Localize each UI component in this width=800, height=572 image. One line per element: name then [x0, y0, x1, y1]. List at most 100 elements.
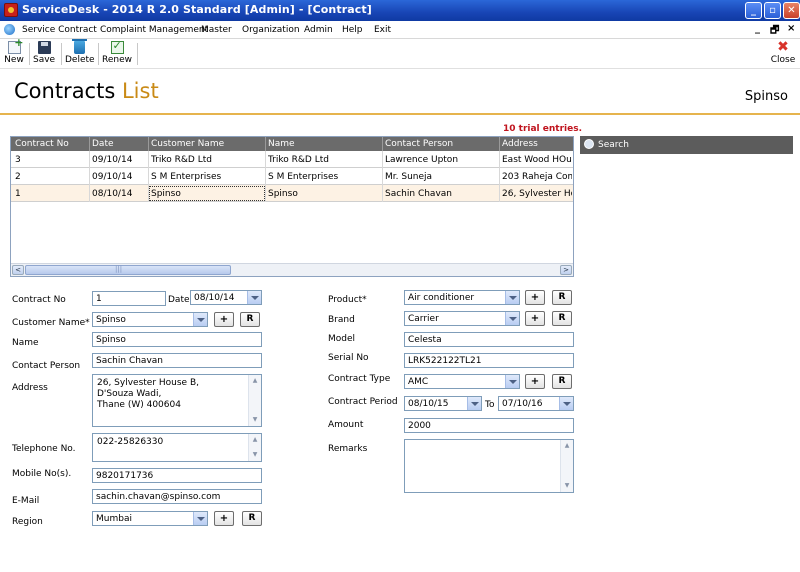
search-panel-header[interactable]: Search — [580, 136, 793, 154]
chevron-down-icon[interactable] — [505, 312, 519, 325]
company-name: Spinso — [744, 89, 788, 104]
maximize-button[interactable]: ▫ — [764, 2, 781, 19]
add-contract-type-button[interactable]: + — [525, 374, 545, 389]
brand-select[interactable]: Carrier — [404, 311, 520, 326]
contract-type-select[interactable]: AMC — [404, 374, 520, 389]
new-document-icon — [7, 36, 24, 54]
chevron-down-icon[interactable] — [505, 375, 519, 388]
refresh-brand-button[interactable]: R — [552, 311, 572, 326]
delete-button[interactable]: Delete — [65, 39, 95, 65]
contract-period-to-picker[interactable]: 07/10/16 — [498, 396, 574, 411]
cell-date: 09/10/14 — [92, 172, 133, 182]
email-label: E-Mail — [12, 496, 40, 506]
checkbox-check-icon — [110, 39, 124, 54]
address-line: 26, Sylvester House B, — [97, 378, 199, 388]
save-button[interactable]: Save — [33, 41, 55, 65]
product-label: Product* — [328, 295, 367, 305]
close-button[interactable]: ✖ Close — [770, 39, 796, 65]
name-label: Name — [12, 338, 39, 348]
telephone-textarea[interactable]: 022-25826330 ▲ ▼ — [92, 433, 262, 462]
serial-no-input[interactable]: LRK522122TL21 — [404, 353, 574, 368]
mdi-restore-icon[interactable]: 🗗 — [770, 23, 779, 40]
table-row-selected[interactable]: 1 08/10/14 Spinso Spinso Sachin Chavan 2… — [11, 185, 573, 202]
app-icon — [4, 3, 18, 17]
menu-master[interactable]: Master — [201, 25, 232, 35]
add-brand-button[interactable]: + — [525, 311, 545, 326]
product-select[interactable]: Air conditioner — [404, 290, 520, 305]
col-contract-no[interactable]: Contract No — [15, 139, 69, 149]
contract-no-input[interactable]: 1 — [92, 291, 166, 306]
contracts-grid[interactable]: Contract No Date Customer Name Name Cont… — [10, 136, 574, 277]
search-icon — [584, 139, 594, 149]
address-textarea[interactable]: 26, Sylvester House B, D'Souza Wadi, Tha… — [92, 374, 262, 427]
trash-icon — [71, 39, 87, 54]
scroll-thumb[interactable] — [25, 265, 231, 275]
chevron-down-icon[interactable] — [193, 512, 207, 525]
refresh-contract-type-button[interactable]: R — [552, 374, 572, 389]
contract-type-value: AMC — [408, 377, 429, 387]
page-header: Contracts List Spinso — [0, 69, 800, 114]
new-button[interactable]: New — [4, 36, 24, 65]
cell-address: 203 Raheja Comple — [502, 172, 572, 182]
refresh-region-button[interactable]: R — [242, 511, 262, 526]
close-window-button[interactable]: ✕ — [783, 2, 800, 19]
grid-header: Contract No Date Customer Name Name Cont… — [11, 137, 573, 151]
region-select[interactable]: Mumbai — [92, 511, 208, 526]
minimize-button[interactable]: _ — [745, 2, 762, 19]
remarks-textarea[interactable]: ▲ ▼ — [404, 439, 574, 493]
table-row[interactable]: 3 09/10/14 Triko R&D Ltd Triko R&D Ltd L… — [11, 151, 573, 168]
cell-contact-person: Mr. Suneja — [385, 172, 433, 182]
mobile-input[interactable]: 9820171736 — [92, 468, 262, 483]
mdi-minimize-icon[interactable]: _ — [755, 23, 760, 34]
address-scrollbar[interactable]: ▲ ▼ — [248, 375, 261, 426]
menu-complaint-management[interactable]: Complaint Management — [100, 25, 208, 35]
menu-admin[interactable]: Admin — [304, 25, 333, 35]
app-menu-icon[interactable] — [4, 24, 15, 35]
add-customer-button[interactable]: + — [214, 312, 234, 327]
name-input[interactable]: Spinso — [92, 332, 262, 347]
cell-date: 08/10/14 — [92, 189, 133, 199]
cell-name: S M Enterprises — [268, 172, 339, 182]
product-value: Air conditioner — [408, 293, 475, 303]
telephone-scrollbar[interactable]: ▲ ▼ — [248, 434, 261, 461]
email-input[interactable]: sachin.chavan@spinso.com — [92, 489, 262, 504]
chevron-down-icon[interactable] — [505, 291, 519, 304]
amount-input[interactable]: 2000 — [404, 418, 574, 433]
add-product-button[interactable]: + — [525, 290, 545, 305]
model-input[interactable]: Celesta — [404, 332, 574, 347]
scroll-right-icon[interactable]: > — [560, 265, 572, 275]
contract-period-from-picker[interactable]: 08/10/15 — [404, 396, 482, 411]
chevron-down-icon[interactable] — [559, 397, 573, 410]
refresh-product-button[interactable]: R — [552, 290, 572, 305]
col-customer-name[interactable]: Customer Name — [151, 139, 224, 149]
table-row[interactable]: 2 09/10/14 S M Enterprises S M Enterpris… — [11, 168, 573, 185]
serial-no-label: Serial No — [328, 353, 369, 363]
menu-service-contract[interactable]: Service Contract — [22, 25, 97, 35]
menu-help[interactable]: Help — [342, 25, 363, 35]
customer-name-select[interactable]: Spinso — [92, 312, 208, 327]
grid-horizontal-scrollbar[interactable]: < ||| > — [11, 263, 573, 276]
col-name[interactable]: Name — [268, 139, 295, 149]
date-picker[interactable]: 08/10/14 — [190, 290, 262, 305]
cell-address: 26, Sylvester Hous — [502, 189, 572, 199]
add-region-button[interactable]: + — [214, 511, 234, 526]
col-contact-person[interactable]: Contact Person — [385, 139, 453, 149]
chevron-down-icon[interactable] — [467, 397, 481, 410]
close-x-icon: ✖ — [777, 39, 789, 55]
scroll-left-icon[interactable]: < — [12, 265, 24, 275]
refresh-customer-button[interactable]: R — [240, 312, 260, 327]
col-address[interactable]: Address — [502, 139, 538, 149]
mdi-close-icon[interactable]: × — [787, 23, 795, 34]
cell-contact-person: Lawrence Upton — [385, 155, 459, 165]
cell-name: Triko R&D Ltd — [268, 155, 329, 165]
renew-button[interactable]: Renew — [102, 39, 132, 65]
chevron-down-icon[interactable] — [247, 291, 261, 304]
telephone-value: 022-25826330 — [97, 437, 164, 447]
menu-bar: Service Contract Complaint Management Ma… — [0, 21, 800, 39]
col-date[interactable]: Date — [92, 139, 114, 149]
chevron-down-icon[interactable] — [193, 313, 207, 326]
menu-exit[interactable]: Exit — [374, 25, 391, 35]
contact-person-input[interactable]: Sachin Chavan — [92, 353, 262, 368]
remarks-scrollbar[interactable]: ▲ ▼ — [560, 440, 573, 492]
menu-organization[interactable]: Organization — [242, 25, 300, 35]
